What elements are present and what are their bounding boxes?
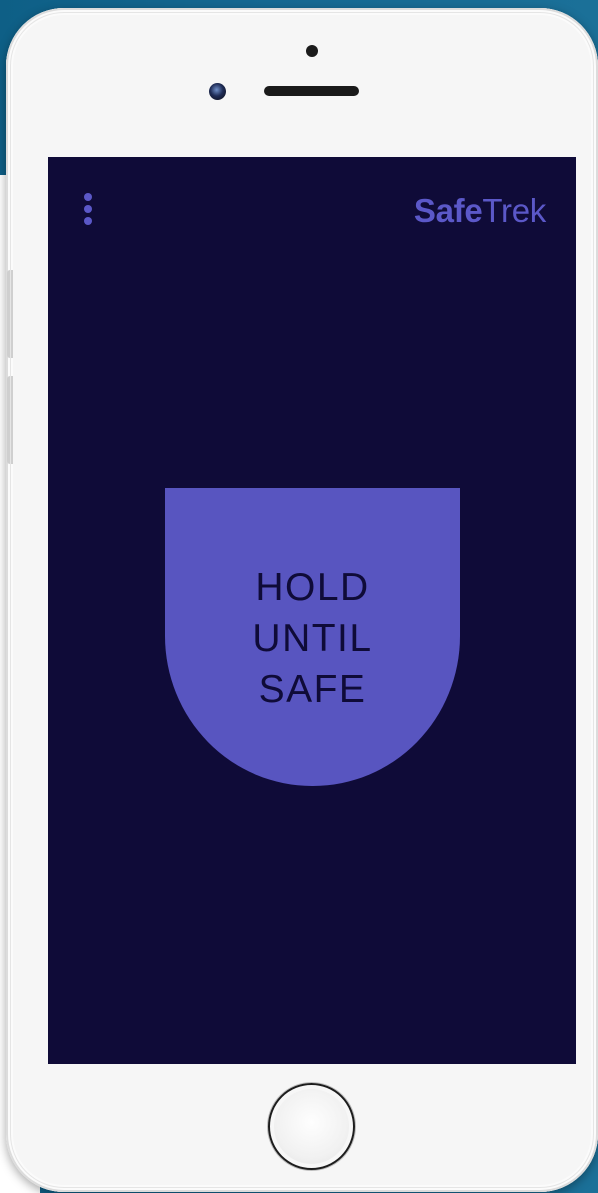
- logo-safe-text: Safe: [413, 192, 483, 229]
- hold-label-line-3: SAFE: [258, 668, 367, 711]
- volume-up-button: [7, 270, 13, 358]
- phone-device: SafeTrek HOLD UNTIL SAFE: [6, 8, 598, 1192]
- logo-trek-text: Trek: [482, 192, 546, 229]
- app-screen: SafeTrek HOLD UNTIL SAFE: [48, 157, 576, 1064]
- front-sensor-dot: [306, 45, 318, 57]
- page: SafeTrek HOLD UNTIL SAFE: [0, 0, 598, 1193]
- home-button[interactable]: [268, 1083, 355, 1170]
- volume-down-button: [7, 376, 13, 464]
- front-camera: [209, 83, 226, 100]
- menu-dot: [84, 205, 92, 213]
- earpiece-speaker: [264, 86, 359, 96]
- hold-until-safe-button[interactable]: HOLD UNTIL SAFE: [165, 488, 460, 786]
- menu-button[interactable]: [78, 191, 102, 231]
- hold-button-label: HOLD UNTIL SAFE: [252, 562, 372, 715]
- safetrek-logo: SafeTrek: [414, 191, 546, 231]
- hold-label-line-1: HOLD: [255, 566, 370, 609]
- menu-dot: [84, 217, 92, 225]
- hold-label-line-2: UNTIL: [252, 617, 373, 660]
- menu-dot: [84, 193, 92, 201]
